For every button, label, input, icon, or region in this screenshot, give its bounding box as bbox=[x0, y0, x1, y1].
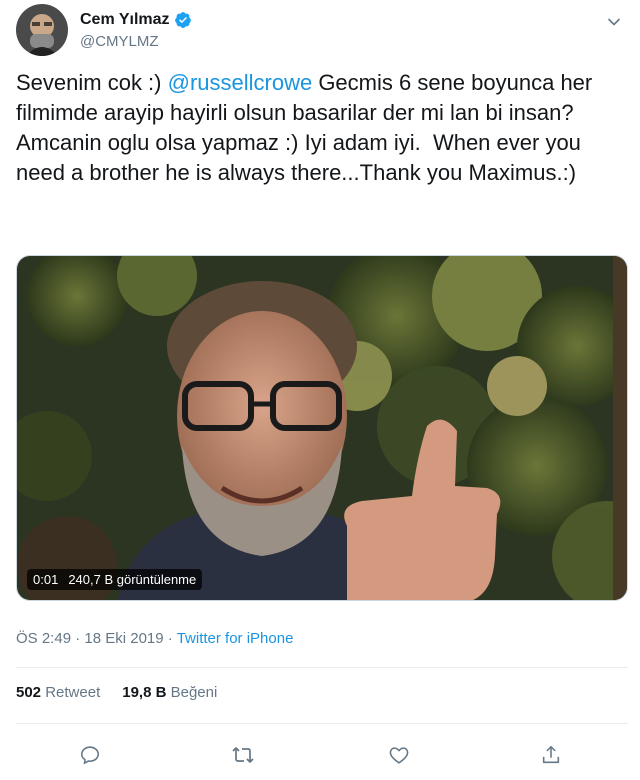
avatar[interactable] bbox=[16, 4, 68, 56]
reply-icon[interactable] bbox=[73, 738, 107, 772]
tweet-header: Cem Yılmaz @CMYLMZ bbox=[16, 4, 624, 58]
chevron-down-icon[interactable] bbox=[604, 12, 624, 32]
action-bar bbox=[0, 738, 640, 772]
tweet-date[interactable]: 18 Eki 2019 bbox=[84, 630, 163, 647]
divider bbox=[16, 667, 628, 668]
tweet-time[interactable]: ÖS 2:49 bbox=[16, 630, 71, 647]
tweet-meta: ÖS 2:49 · 18 Eki 2019 · Twitter for iPho… bbox=[16, 630, 293, 647]
meta-separator: · bbox=[163, 630, 177, 647]
video-player[interactable]: 0:01 240,7 B görüntülenme bbox=[16, 255, 628, 601]
display-name[interactable]: Cem Yılmaz bbox=[80, 11, 170, 29]
tweet-source[interactable]: Twitter for iPhone bbox=[177, 630, 294, 647]
likes-label: Beğeni bbox=[170, 684, 218, 701]
video-time: 0:01 bbox=[33, 572, 59, 587]
retweets-stat[interactable]: 502 Retweet bbox=[16, 684, 100, 701]
verified-badge-icon bbox=[174, 11, 192, 29]
author-info: Cem Yılmaz @CMYLMZ bbox=[80, 10, 192, 50]
tweet-text-before: Sevenim cok :) bbox=[16, 70, 168, 95]
like-icon[interactable] bbox=[382, 738, 416, 772]
divider bbox=[16, 723, 628, 724]
handle[interactable]: @CMYLMZ bbox=[80, 33, 192, 50]
likes-stat[interactable]: 19,8 B Beğeni bbox=[122, 684, 217, 701]
share-icon[interactable] bbox=[534, 738, 568, 772]
likes-count: 19,8 B bbox=[122, 684, 167, 701]
mention-link[interactable]: @russellcrowe bbox=[168, 70, 313, 95]
video-views: 240,7 B görüntülenme bbox=[68, 572, 197, 587]
retweet-icon[interactable] bbox=[226, 738, 260, 772]
tweet-text: Sevenim cok :) @russellcrowe Gecmis 6 se… bbox=[16, 68, 628, 188]
video-overlay: 0:01 240,7 B görüntülenme bbox=[27, 569, 203, 590]
display-name-row: Cem Yılmaz bbox=[80, 10, 192, 30]
tweet-stats: 502 Retweet 19,8 B Beğeni bbox=[16, 684, 217, 701]
retweets-count: 502 bbox=[16, 684, 42, 701]
meta-separator: · bbox=[71, 630, 85, 647]
retweets-label: Retweet bbox=[45, 684, 101, 701]
tweet: Cem Yılmaz @CMYLMZ Sevenim cok :) @russe… bbox=[0, 0, 640, 780]
